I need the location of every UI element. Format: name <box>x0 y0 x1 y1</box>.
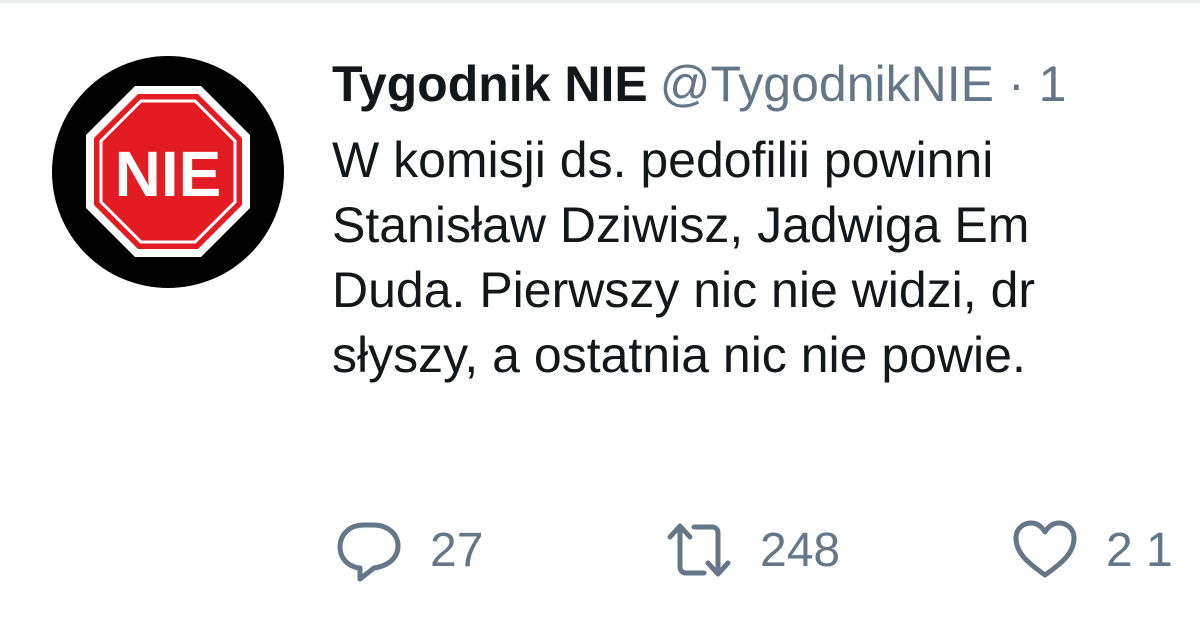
avatar-logo-text: NIE <box>115 138 222 210</box>
avatar[interactable]: NIE <box>52 56 284 288</box>
reply-count: 27 <box>430 523 484 577</box>
retweet-count: 248 <box>760 523 841 577</box>
retweet-icon <box>667 523 731 577</box>
stop-sign-logo-icon: NIE <box>86 86 250 257</box>
tweet-text-line: słyszy, a ostatnia nic nie powie. <box>332 327 1026 383</box>
reply-button[interactable]: 27 <box>334 510 483 590</box>
user-handle[interactable]: @TygodnikNIE <box>660 56 994 112</box>
display-name[interactable]: Tygodnik NIE <box>332 56 648 112</box>
tweet-text-line: W komisji ds. pedofilii powinni <box>332 132 994 188</box>
top-divider <box>0 0 1200 3</box>
tweet-text-line: Duda. Pierwszy nic nie widzi, dr <box>332 262 1036 318</box>
retweet-button[interactable]: 248 <box>664 510 840 590</box>
tweet-date[interactable]: 1 <box>1039 56 1067 112</box>
tweet-actions: 27 248 2 1 <box>0 510 1200 590</box>
reply-icon <box>337 522 401 582</box>
like-count: 2 1 <box>1106 523 1173 577</box>
tweet-body: W komisji ds. pedofilii powinni Stanisła… <box>332 128 1200 388</box>
like-button[interactable]: 2 1 <box>1010 510 1173 590</box>
tweet-text-line: Stanisław Dziwisz, Jadwiga Em <box>332 197 1030 253</box>
tweet-header: Tygodnik NIE @TygodnikNIE · 1 <box>332 52 1066 116</box>
heart-icon <box>1013 520 1077 578</box>
separator-dot: · <box>1007 56 1025 112</box>
